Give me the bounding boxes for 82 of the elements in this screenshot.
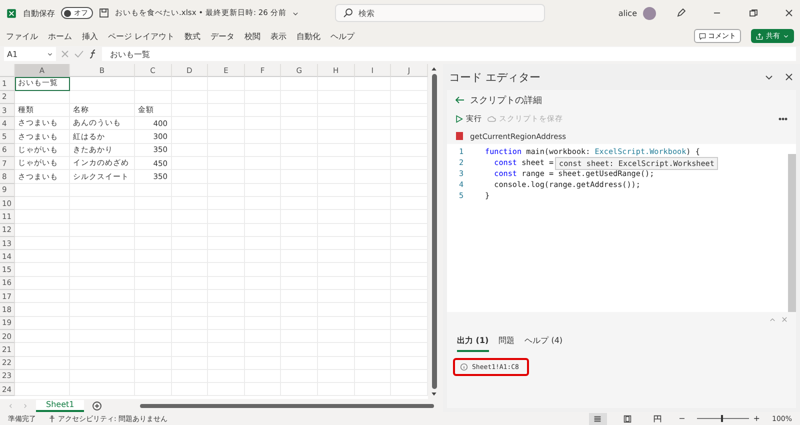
- info-icon: [460, 363, 468, 371]
- grid-view-icon: [593, 414, 602, 422]
- accessibility-icon: [48, 414, 56, 422]
- panel-title: コード エディター: [449, 70, 540, 84]
- table-cell[interactable]: [70, 90, 135, 104]
- menu-item[interactable]: ホーム: [48, 30, 72, 42]
- table-cell[interactable]: [15, 196, 70, 210]
- table-cell[interactable]: [15, 370, 70, 384]
- menu-item[interactable]: 数式: [184, 30, 201, 42]
- table-cell[interactable]: [15, 250, 70, 264]
- output-tab[interactable]: ヘルプ (4): [524, 335, 563, 352]
- table-cell[interactable]: [15, 224, 70, 237]
- output-tab[interactable]: 出力 (1): [457, 335, 489, 352]
- table-cell[interactable]: [172, 77, 208, 91]
- next-sheet-icon[interactable]: [22, 402, 28, 408]
- cancel-icon[interactable]: [60, 49, 70, 59]
- editor-scrollbar[interactable]: [788, 154, 796, 312]
- back-arrow-icon[interactable]: [455, 95, 465, 105]
- page-break-icon: [653, 414, 662, 422]
- table-cell[interactable]: [15, 316, 70, 330]
- search-icon: [343, 8, 354, 18]
- table-cell[interactable]: [70, 77, 135, 91]
- avatar[interactable]: [643, 6, 656, 20]
- table-cell[interactable]: [15, 356, 70, 370]
- close-icon[interactable]: [784, 72, 794, 82]
- caret-icon: [47, 51, 53, 57]
- restore-icon[interactable]: [748, 8, 758, 18]
- table-cell[interactable]: [15, 330, 70, 344]
- add-sheet-icon[interactable]: [92, 400, 102, 410]
- table-cell[interactable]: [354, 77, 392, 91]
- close-icon[interactable]: [784, 8, 794, 18]
- function-icon[interactable]: [88, 49, 98, 59]
- table-cell[interactable]: [15, 184, 70, 197]
- script-file-icon: [455, 131, 465, 141]
- zoom-in[interactable]: +: [753, 414, 760, 423]
- check-icon[interactable]: [74, 49, 84, 59]
- page-icon: [623, 414, 632, 422]
- table-cell[interactable]: [15, 383, 70, 396]
- name-box[interactable]: A1: [4, 47, 56, 61]
- table-cell[interactable]: [281, 77, 318, 91]
- menu-item[interactable]: ページ レイアウト: [108, 30, 175, 42]
- table-cell[interactable]: [15, 90, 70, 104]
- menu-item[interactable]: データ: [210, 30, 235, 42]
- table-cell[interactable]: [208, 77, 245, 91]
- normal-view-button[interactable]: [588, 412, 607, 424]
- spreadsheet-icon: [6, 8, 17, 18]
- table-cell[interactable]: [15, 303, 70, 317]
- autosave-label: 自動保存: [23, 8, 55, 18]
- table-cell[interactable]: [15, 276, 70, 290]
- caret-icon: [783, 33, 789, 39]
- menu-item[interactable]: 挿入: [82, 30, 98, 42]
- table-cell[interactable]: [15, 263, 70, 277]
- table-cell[interactable]: [15, 210, 70, 224]
- scroll-down-icon[interactable]: [431, 391, 437, 397]
- zoom-out[interactable]: −: [678, 414, 686, 423]
- table-cell[interactable]: [15, 343, 70, 357]
- table-cell[interactable]: [135, 77, 172, 91]
- table-cell[interactable]: [244, 77, 282, 91]
- table-cell[interactable]: [318, 77, 355, 91]
- cloud-icon: [487, 115, 496, 123]
- formula-field[interactable]: おいも一覧: [102, 47, 796, 61]
- output-tab[interactable]: 問題: [498, 335, 515, 352]
- menu-item[interactable]: ファイル: [6, 30, 38, 42]
- menu-item[interactable]: 校閲: [244, 30, 261, 42]
- pen-icon[interactable]: [676, 8, 686, 18]
- menu-item[interactable]: 自動化: [296, 30, 321, 42]
- caret-icon[interactable]: [292, 10, 300, 16]
- user-name: alice: [618, 8, 637, 18]
- search-field[interactable]: 検索: [335, 4, 546, 22]
- menu-item[interactable]: 表示: [270, 30, 287, 42]
- play-icon: [455, 115, 463, 123]
- comment-icon: [699, 32, 706, 40]
- share-icon: [756, 32, 763, 40]
- script-details-title: スクリプトの詳細: [470, 94, 542, 106]
- caret-up-icon[interactable]: [769, 316, 776, 323]
- scroll-up-icon[interactable]: [431, 66, 437, 72]
- menu-item[interactable]: ヘルプ: [330, 30, 355, 42]
- table-cell[interactable]: [15, 236, 70, 250]
- sheet-tab[interactable]: Sheet1: [36, 400, 84, 412]
- table-cell[interactable]: [15, 290, 70, 304]
- previous-sheet-icon[interactable]: [8, 402, 14, 408]
- save-icon[interactable]: [99, 8, 109, 18]
